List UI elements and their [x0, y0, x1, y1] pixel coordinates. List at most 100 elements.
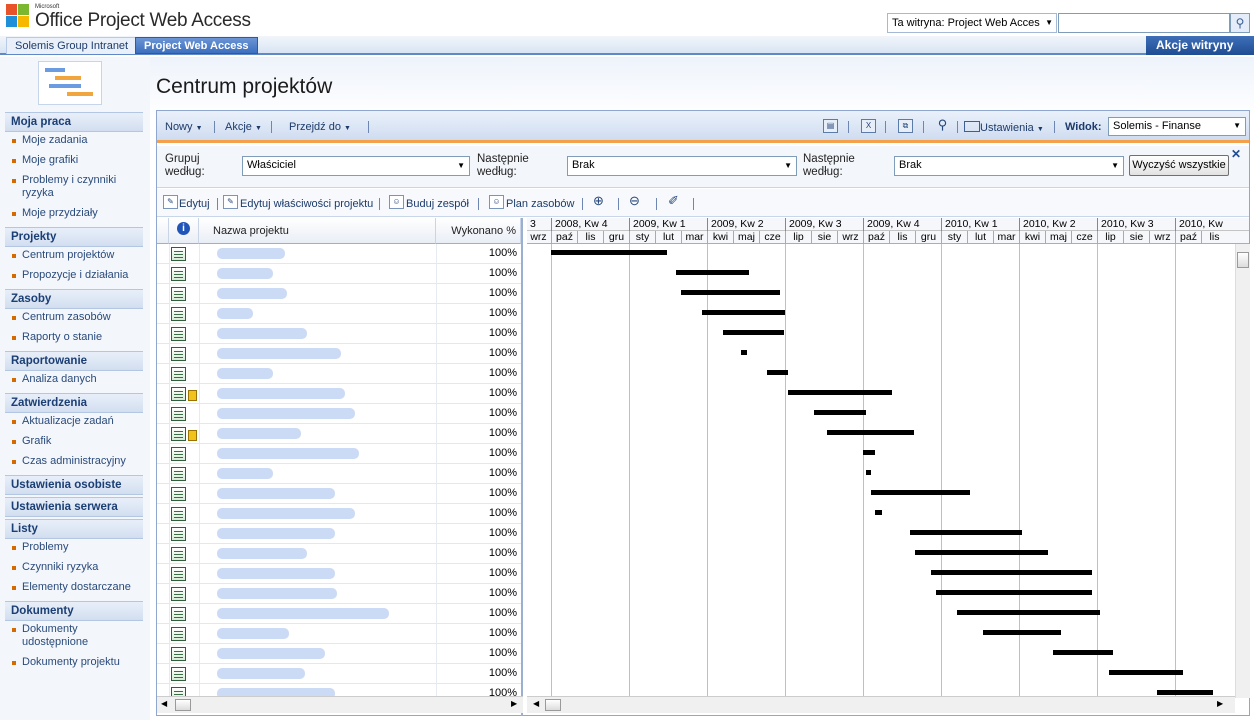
- info-column-header[interactable]: i: [169, 218, 199, 244]
- nav-item[interactable]: Raporty o stanie: [5, 329, 143, 349]
- table-row[interactable]: 100%: [157, 544, 521, 564]
- gantt-bar[interactable]: [915, 550, 1049, 555]
- table-row[interactable]: 100%: [157, 364, 521, 384]
- project-name-link[interactable]: [217, 688, 335, 696]
- gantt-vertical-scrollbar[interactable]: [1235, 244, 1250, 698]
- close-icon[interactable]: ✕: [1231, 147, 1241, 161]
- search-icon[interactable]: ⚲: [1230, 13, 1250, 33]
- project-name-link[interactable]: [217, 328, 307, 339]
- gantt-bar[interactable]: [701, 310, 785, 315]
- project-name-link[interactable]: [217, 588, 337, 599]
- gantt-bar[interactable]: [723, 330, 785, 335]
- project-name-link[interactable]: [217, 528, 335, 539]
- nav-section-header[interactable]: Projekty: [5, 227, 143, 247]
- project-name-link[interactable]: [217, 648, 325, 659]
- grid-horizontal-scrollbar[interactable]: ◀ ▶: [157, 696, 523, 713]
- gantt-bar[interactable]: [931, 570, 1092, 575]
- project-name-link[interactable]: [217, 308, 253, 319]
- project-name-link[interactable]: [217, 608, 389, 619]
- project-name-link[interactable]: [217, 408, 355, 419]
- nav-item[interactable]: Dokumenty projektu: [5, 654, 143, 674]
- scroll-left-icon[interactable]: ◀: [161, 699, 167, 708]
- table-row[interactable]: 100%: [157, 244, 521, 264]
- nav-item[interactable]: Moje przydziały: [5, 205, 143, 225]
- clear-all-button[interactable]: Wyczyść wszystkie: [1129, 155, 1229, 176]
- table-row[interactable]: 100%: [157, 684, 521, 696]
- nav-item[interactable]: Czynniki ryzyka: [5, 559, 143, 579]
- gantt-bar[interactable]: [875, 510, 883, 515]
- gantt-bar[interactable]: [863, 450, 876, 455]
- search-input[interactable]: [1058, 13, 1230, 33]
- site-actions-menu[interactable]: Akcje witryny ▼: [1146, 36, 1254, 65]
- gantt-bar[interactable]: [740, 350, 747, 355]
- nav-item[interactable]: Analiza danych: [5, 371, 143, 391]
- nav-section-header[interactable]: Ustawienia serwera: [5, 497, 143, 517]
- nav-item[interactable]: Centrum projektów: [5, 247, 143, 267]
- project-name-link[interactable]: [217, 488, 335, 499]
- table-row[interactable]: 100%: [157, 624, 521, 644]
- gantt-bar[interactable]: [681, 290, 780, 295]
- table-row[interactable]: 100%: [157, 504, 521, 524]
- edit-button[interactable]: Edytuj: [179, 198, 210, 210]
- actions-menu[interactable]: Akcje ▼: [225, 121, 262, 133]
- nav-section-header[interactable]: Listy: [5, 519, 143, 539]
- project-name-link[interactable]: [217, 428, 301, 439]
- then-by-select-2[interactable]: Brak ▼: [894, 156, 1124, 176]
- view-select[interactable]: Solemis - Finanse ▼: [1108, 117, 1246, 136]
- table-row[interactable]: 100%: [157, 464, 521, 484]
- find-icon[interactable]: ⚲: [935, 118, 950, 133]
- table-row[interactable]: 100%: [157, 344, 521, 364]
- gantt-bar[interactable]: [1052, 650, 1114, 655]
- nav-section-header[interactable]: Raportowanie: [5, 351, 143, 371]
- edit-properties-button[interactable]: Edytuj właściwości projektu: [240, 198, 373, 210]
- zoom-out-icon[interactable]: ⊖: [627, 194, 642, 209]
- gantt-bar[interactable]: [957, 610, 1101, 615]
- project-name-link[interactable]: [217, 668, 305, 679]
- nav-item[interactable]: Moje zadania: [5, 132, 143, 152]
- table-row[interactable]: 100%: [157, 524, 521, 544]
- table-row[interactable]: 100%: [157, 564, 521, 584]
- table-row[interactable]: 100%: [157, 424, 521, 444]
- gantt-bar[interactable]: [766, 370, 789, 375]
- nav-item[interactable]: Propozycje i działania: [5, 267, 143, 287]
- table-row[interactable]: 100%: [157, 384, 521, 404]
- scroll-right-icon[interactable]: ▶: [511, 699, 517, 708]
- nav-item[interactable]: Aktualizacje zadań: [5, 413, 143, 433]
- project-name-link[interactable]: [217, 348, 341, 359]
- scrollbar-thumb[interactable]: [545, 699, 561, 711]
- nav-section-header[interactable]: Zasoby: [5, 289, 143, 309]
- project-name-link[interactable]: [217, 548, 307, 559]
- nav-item[interactable]: Problemy: [5, 539, 143, 559]
- nav-item[interactable]: Czas administracyjny: [5, 453, 143, 473]
- nav-section-header[interactable]: Zatwierdzenia: [5, 393, 143, 413]
- build-team-button[interactable]: Buduj zespół: [406, 198, 469, 210]
- scroll-right-icon[interactable]: ▶: [1217, 699, 1223, 708]
- scrollbar-thumb[interactable]: [175, 699, 191, 711]
- nav-item[interactable]: Centrum zasobów: [5, 309, 143, 329]
- table-row[interactable]: 100%: [157, 644, 521, 664]
- project-name-link[interactable]: [217, 368, 273, 379]
- print-icon[interactable]: ▤: [823, 119, 838, 133]
- nav-item[interactable]: Problemy i czynniki ryzyka: [5, 172, 143, 205]
- gantt-bar[interactable]: [788, 390, 893, 395]
- table-row[interactable]: 100%: [157, 584, 521, 604]
- project-name-link[interactable]: [217, 268, 273, 279]
- nav-section-header[interactable]: Dokumenty: [5, 601, 143, 621]
- project-name-link[interactable]: [217, 568, 335, 579]
- project-name-link[interactable]: [217, 288, 287, 299]
- settings-menu[interactable]: Ustawienia ▼: [964, 121, 1044, 134]
- gantt-bar[interactable]: [1109, 670, 1183, 675]
- table-row[interactable]: 100%: [157, 304, 521, 324]
- project-name-link[interactable]: [217, 248, 285, 259]
- gantt-bar[interactable]: [983, 630, 1062, 635]
- table-row[interactable]: 100%: [157, 404, 521, 424]
- project-name-link[interactable]: [217, 448, 359, 459]
- scroll-left-icon[interactable]: ◀: [533, 699, 539, 708]
- table-row[interactable]: 100%: [157, 444, 521, 464]
- table-row[interactable]: 100%: [157, 604, 521, 624]
- nav-section-header[interactable]: Moja praca: [5, 112, 143, 132]
- gantt-bar[interactable]: [827, 430, 915, 435]
- group-by-select[interactable]: Właściciel ▼: [242, 156, 470, 176]
- tab-project-web-access[interactable]: Project Web Access: [135, 37, 258, 54]
- gantt-bar[interactable]: [866, 470, 872, 475]
